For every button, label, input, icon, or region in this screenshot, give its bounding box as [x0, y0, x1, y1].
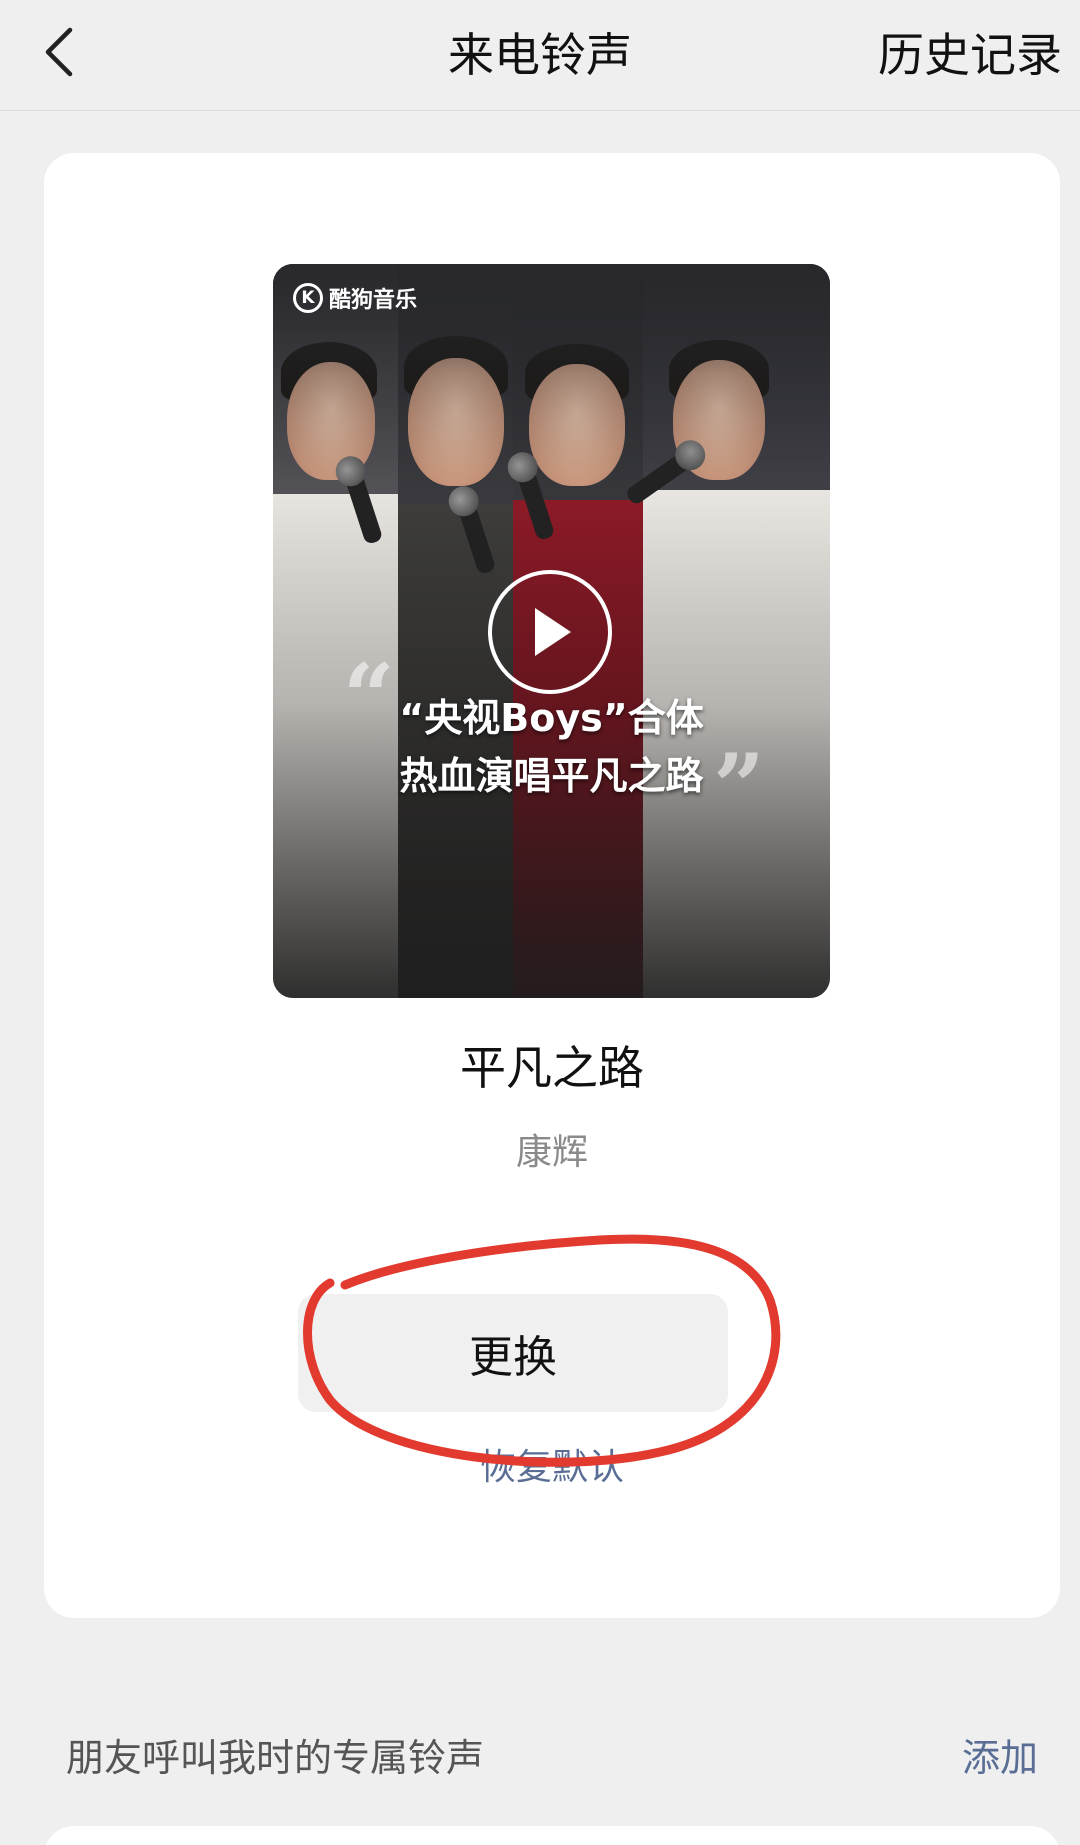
top-bar: 来电铃声 历史记录 — [0, 0, 1080, 111]
play-button[interactable] — [488, 570, 612, 694]
friend-ringtone-section-label: 朋友呼叫我时的专属铃声 — [66, 1736, 485, 1780]
kugou-logo: K 酷狗音乐 — [293, 278, 417, 318]
song-cover-video[interactable]: K 酷狗音乐 “ ” “央视Boys”合体 热血演唱平凡之路 — [273, 264, 830, 998]
caption-line-2: 热血演唱平凡之路 — [399, 754, 704, 798]
add-friend-ringtone-button[interactable]: 添加 — [962, 1733, 1038, 1783]
kugou-k-icon: K — [293, 283, 323, 313]
video-caption: “央视Boys”合体 热血演唱平凡之路 — [273, 689, 830, 805]
history-button[interactable]: 历史记录 — [878, 20, 1062, 90]
friend-ringtone-card — [44, 1826, 1060, 1845]
change-ringtone-button[interactable]: 更换 — [298, 1294, 728, 1412]
ringtone-screen: 来电铃声 历史记录 K 酷狗音乐 “ ” “央视Boys”合体 热血演唱平凡之路… — [0, 0, 1080, 1845]
current-ringtone-card: K 酷狗音乐 “ ” “央视Boys”合体 热血演唱平凡之路 平凡之路 康辉 更… — [44, 153, 1060, 1618]
caption-line-1: “央视Boys”合体 — [399, 696, 704, 740]
restore-default-label: 恢复默认 — [479, 1447, 624, 1488]
logo-text: 酷狗音乐 — [329, 288, 418, 313]
song-artist: 康辉 — [515, 1132, 588, 1173]
restore-default-link[interactable]: 恢复默认 — [44, 1443, 1060, 1493]
song-title: 平凡之路 — [460, 1041, 644, 1095]
play-icon — [535, 608, 571, 656]
